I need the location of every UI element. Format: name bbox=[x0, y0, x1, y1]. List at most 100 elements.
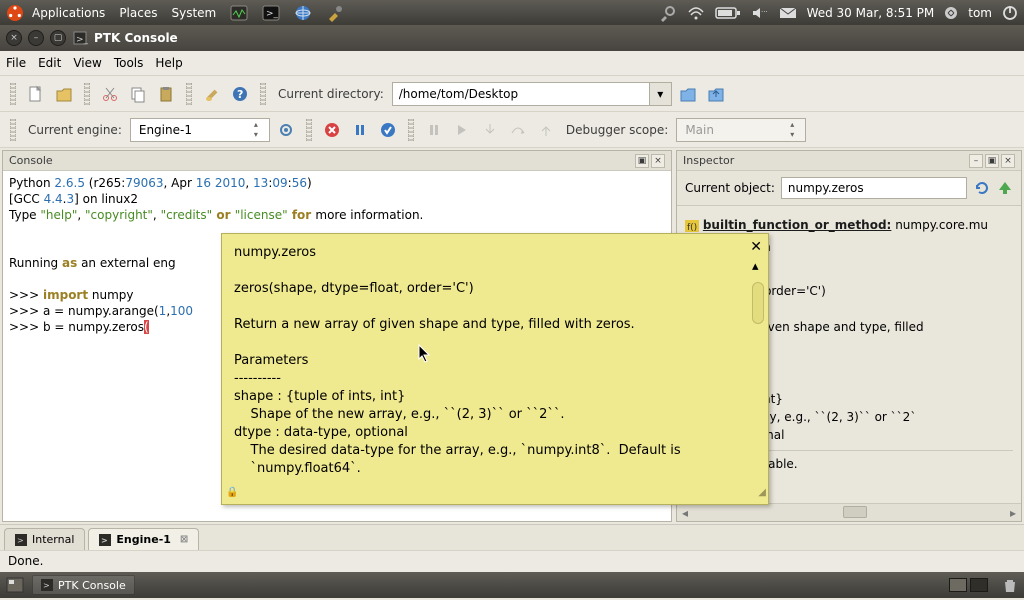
workspace-2[interactable] bbox=[970, 578, 988, 592]
close-tab-button[interactable]: ⊠ bbox=[180, 534, 188, 545]
go-up-button[interactable] bbox=[997, 180, 1013, 196]
workspace-1[interactable] bbox=[949, 578, 967, 592]
minimize-window-button[interactable]: – bbox=[28, 30, 44, 46]
tooltip-param: shape : {tuple of ints, int} bbox=[234, 388, 756, 406]
tab-engine-1[interactable]: > Engine-1 ⊠ bbox=[88, 528, 199, 550]
places-menu[interactable]: Places bbox=[119, 6, 157, 20]
clock[interactable]: Wed 30 Mar, 8:51 PM bbox=[807, 6, 935, 20]
engine-settings-button[interactable] bbox=[274, 118, 298, 142]
gnome-top-panel: Applications Places System >_ ··· Wed 30… bbox=[0, 0, 1024, 25]
menu-help[interactable]: Help bbox=[155, 56, 182, 70]
gnome-bottom-panel: > PTK Console bbox=[0, 572, 1024, 598]
spin-down-icon[interactable]: ▾ bbox=[247, 130, 265, 140]
browse-folder-button[interactable] bbox=[676, 82, 700, 106]
battery-icon[interactable] bbox=[715, 6, 741, 20]
user-switch-icon[interactable] bbox=[944, 6, 958, 20]
system-monitor-icon[interactable] bbox=[230, 5, 248, 21]
lock-icon[interactable]: 🔒 bbox=[226, 484, 238, 502]
maximize-window-button[interactable]: ▢ bbox=[50, 30, 66, 46]
mail-icon[interactable] bbox=[779, 6, 797, 20]
taskbar-item-ptk[interactable]: > PTK Console bbox=[32, 575, 135, 595]
tools-icon[interactable] bbox=[326, 4, 344, 22]
menubar: File Edit View Tools Help bbox=[0, 51, 1024, 76]
system-menu[interactable]: System bbox=[171, 6, 216, 20]
refresh-button[interactable] bbox=[973, 179, 991, 197]
step-out-button[interactable] bbox=[534, 118, 558, 142]
tooltip-scrollbar[interactable]: ▴ bbox=[752, 258, 766, 488]
debugger-scope-selector[interactable]: Main ▴▾ bbox=[676, 118, 806, 142]
window-titlebar[interactable]: × – ▢ >_ PTK Console bbox=[0, 25, 1024, 51]
wifi-icon[interactable] bbox=[687, 6, 705, 20]
inspector-hscrollbar[interactable]: ◂ ▸ bbox=[677, 503, 1021, 521]
copy-button[interactable] bbox=[126, 82, 150, 106]
new-file-button[interactable] bbox=[24, 82, 48, 106]
spin-up-icon[interactable]: ▴ bbox=[783, 120, 801, 130]
username[interactable]: tom bbox=[968, 6, 992, 20]
folder-up-button[interactable] bbox=[704, 82, 728, 106]
wrench-icon[interactable] bbox=[659, 4, 677, 22]
paste-button[interactable] bbox=[154, 82, 178, 106]
scroll-thumb[interactable] bbox=[843, 506, 867, 518]
panel-close-button[interactable]: × bbox=[1001, 154, 1015, 168]
directory-field[interactable] bbox=[392, 82, 650, 106]
menu-edit[interactable]: Edit bbox=[38, 56, 61, 70]
volume-icon[interactable]: ··· bbox=[751, 6, 769, 20]
current-object-input[interactable] bbox=[781, 177, 967, 199]
clear-button[interactable] bbox=[200, 82, 224, 106]
resize-grip-icon[interactable]: ◢ bbox=[758, 484, 766, 502]
function-badge-icon: f() bbox=[685, 220, 699, 232]
show-desktop-button[interactable] bbox=[6, 577, 24, 593]
current-directory-input[interactable]: ▾ bbox=[392, 82, 672, 106]
console-panel-header[interactable]: Console ▣ × bbox=[3, 151, 671, 171]
debug-continue-button[interactable] bbox=[450, 118, 474, 142]
calltip-popup: ✕ ▴ numpy.zeros zeros(shape, dtype=float… bbox=[221, 233, 769, 505]
trash-icon[interactable] bbox=[1002, 577, 1018, 593]
type-label: builtin_function_or_method: bbox=[703, 218, 892, 232]
tooltip-param: dtype : data-type, optional bbox=[234, 424, 756, 442]
app-icon: >_ bbox=[72, 30, 88, 46]
stop-engine-button[interactable] bbox=[320, 118, 344, 142]
terminal-icon[interactable]: >_ bbox=[262, 5, 280, 21]
panel-minimize-button[interactable]: – bbox=[969, 154, 983, 168]
step-over-button[interactable] bbox=[506, 118, 530, 142]
help-button[interactable]: ? bbox=[228, 82, 252, 106]
central-area: Console ▣ × Python 2.6.5 (r265:79063, Ap… bbox=[0, 148, 1024, 524]
grip-icon[interactable] bbox=[10, 83, 16, 105]
menu-file[interactable]: File bbox=[6, 56, 26, 70]
browser-icon[interactable] bbox=[294, 4, 312, 22]
pause-engine-button[interactable] bbox=[348, 118, 372, 142]
run-engine-button[interactable] bbox=[376, 118, 400, 142]
grip-icon[interactable] bbox=[10, 119, 16, 141]
close-tooltip-button[interactable]: ✕ bbox=[750, 238, 762, 256]
close-window-button[interactable]: × bbox=[6, 30, 22, 46]
window-title: PTK Console bbox=[94, 31, 178, 45]
text-cursor: ( bbox=[144, 320, 149, 334]
cut-button[interactable] bbox=[98, 82, 122, 106]
spin-up-icon[interactable]: ▴ bbox=[247, 120, 265, 130]
scroll-right-button[interactable]: ▸ bbox=[1005, 504, 1021, 521]
power-icon[interactable] bbox=[1002, 5, 1018, 21]
panel-maximize-button[interactable]: ▣ bbox=[635, 154, 649, 168]
console-panel: Console ▣ × Python 2.6.5 (r265:79063, Ap… bbox=[2, 150, 672, 522]
grip-icon[interactable] bbox=[260, 83, 266, 105]
menu-tools[interactable]: Tools bbox=[114, 56, 144, 70]
workspace-switcher[interactable] bbox=[949, 578, 988, 592]
menu-view[interactable]: View bbox=[73, 56, 101, 70]
directory-dropdown-button[interactable]: ▾ bbox=[650, 82, 672, 106]
tooltip-param-desc: Shape of the new array, e.g., ``(2, 3)``… bbox=[234, 406, 756, 424]
ubuntu-logo-icon bbox=[6, 4, 24, 22]
tab-internal[interactable]: > Internal bbox=[4, 528, 85, 550]
panel-close-button[interactable]: × bbox=[651, 154, 665, 168]
svg-text:f(): f() bbox=[687, 223, 697, 232]
step-in-button[interactable] bbox=[478, 118, 502, 142]
debug-pause-button[interactable] bbox=[422, 118, 446, 142]
scroll-left-button[interactable]: ◂ bbox=[677, 504, 693, 521]
spin-down-icon[interactable]: ▾ bbox=[783, 130, 801, 140]
grip-icon[interactable] bbox=[408, 119, 414, 141]
panel-maximize-button[interactable]: ▣ bbox=[985, 154, 999, 168]
engine-selector[interactable]: Engine-1 ▴▾ bbox=[130, 118, 270, 142]
inspector-panel-header[interactable]: Inspector – ▣ × bbox=[677, 151, 1021, 171]
current-directory-label: Current directory: bbox=[274, 87, 388, 101]
applications-menu[interactable]: Applications bbox=[32, 6, 105, 20]
open-button[interactable] bbox=[52, 82, 76, 106]
